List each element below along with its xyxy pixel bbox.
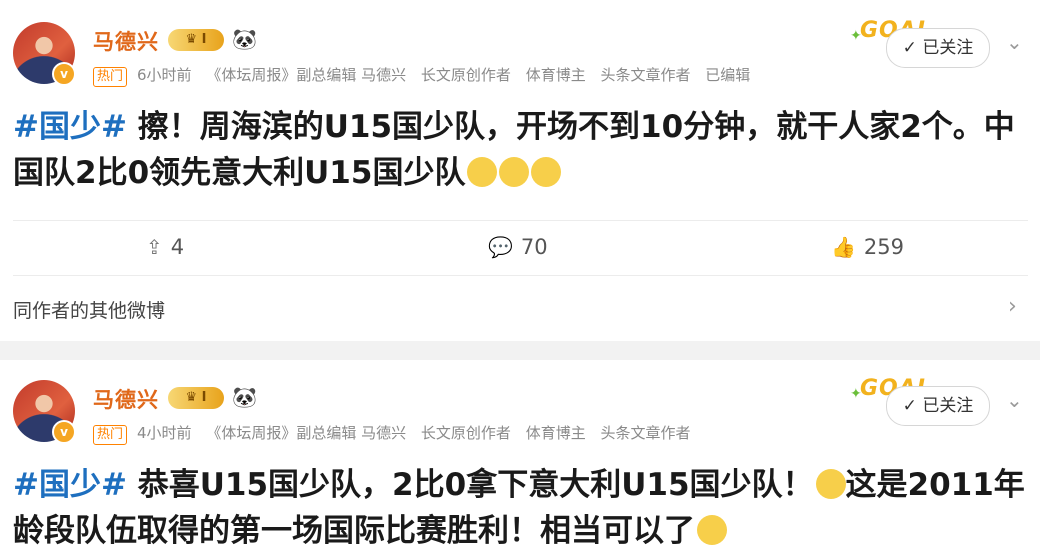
post-content: #国少# 擦！周海滨的U15国少队，开场不到10分钟，就干人家2个。中国队2比0… [13,104,1028,196]
username[interactable]: 马德兴 [93,384,159,414]
edited-label: 已编辑 [705,66,751,84]
post-separator [0,341,1040,360]
author-source: 《体坛周报》副总编辑 马德兴 [206,66,407,84]
emoji-icon [697,514,727,545]
panda-badge-icon[interactable]: 🐼 [232,385,257,409]
divider [13,220,1028,221]
repost-button[interactable]: ⇪ 4 [146,235,184,259]
level-crown-badge[interactable]: ♛ I [168,387,224,409]
comment-icon: 💬 [488,235,513,259]
post-content: #国少# 恭喜U15国少队，2比0拿下意大利U15国少队！ 这是2011年龄段队伍… [13,462,1028,547]
author-label-1: 长文原创作者 [420,424,511,442]
username[interactable]: 马德兴 [93,26,159,56]
comment-button[interactable]: 💬 70 [488,235,548,259]
hot-tag: 热门 [93,67,128,87]
emoji-icon [531,156,562,187]
chevron-right-icon[interactable]: › [1008,294,1017,319]
author-source: 《体坛周报》副总编辑 马德兴 [206,424,407,442]
weibo-post-1: v 马德兴 ♛ I 🐼 热门 6小时前 《体坛周报》副总编辑 马德兴 长文原创作者… [0,0,1040,341]
verified-badge-icon: v [52,62,76,86]
post-meta: 热门 4小时前 《体坛周报》副总编辑 马德兴 长文原创作者 体育博主 头条文章作者 [93,422,691,445]
emoji-icon [815,468,846,499]
post-time: 6小时前 [137,66,192,84]
author-label-1: 长文原创作者 [420,66,511,84]
like-button[interactable]: 👍 259 [831,235,904,259]
verified-badge-icon: v [52,420,76,444]
chevron-down-icon[interactable]: ⌄ [1006,388,1023,412]
post-meta: 热门 6小时前 《体坛周报》副总编辑 马德兴 长文原创作者 体育博主 头条文章作者… [93,64,750,87]
author-label-2: 体育博主 [525,66,586,84]
sparkle-icon: ✦ [850,28,862,44]
hot-tag: 热门 [93,425,128,445]
level-crown-badge[interactable]: ♛ I [168,29,224,51]
panda-badge-icon[interactable]: 🐼 [232,27,257,51]
sparkle-icon: ✦ [850,386,862,402]
like-icon: 👍 [831,235,856,259]
hashtag-link[interactable]: #国少# [13,109,127,145]
hashtag-link[interactable]: #国少# [13,467,127,503]
author-label-2: 体育博主 [525,424,586,442]
divider [13,275,1028,276]
emoji-icon [467,156,498,187]
follow-button[interactable]: ✓ 已关注 [886,386,990,426]
post-text: 恭喜U15国少队，2比0拿下意大利U15国少队！ [126,467,814,503]
more-posts-link[interactable]: 同作者的其他微博 [13,296,165,323]
emoji-icon [499,156,530,187]
like-count: 259 [863,235,904,259]
follow-button[interactable]: ✓ 已关注 [886,28,990,68]
repost-icon: ⇪ [146,235,163,259]
repost-count: 4 [170,235,185,259]
author-label-3: 头条文章作者 [600,66,691,84]
author-label-3: 头条文章作者 [600,424,691,442]
chevron-down-icon[interactable]: ⌄ [1006,30,1023,54]
comment-count: 70 [520,235,548,259]
post-time: 4小时前 [137,424,192,442]
weibo-post-2: v 马德兴 ♛ I 🐼 热门 4小时前 《体坛周报》副总编辑 马德兴 长文原创作者… [0,360,1040,547]
